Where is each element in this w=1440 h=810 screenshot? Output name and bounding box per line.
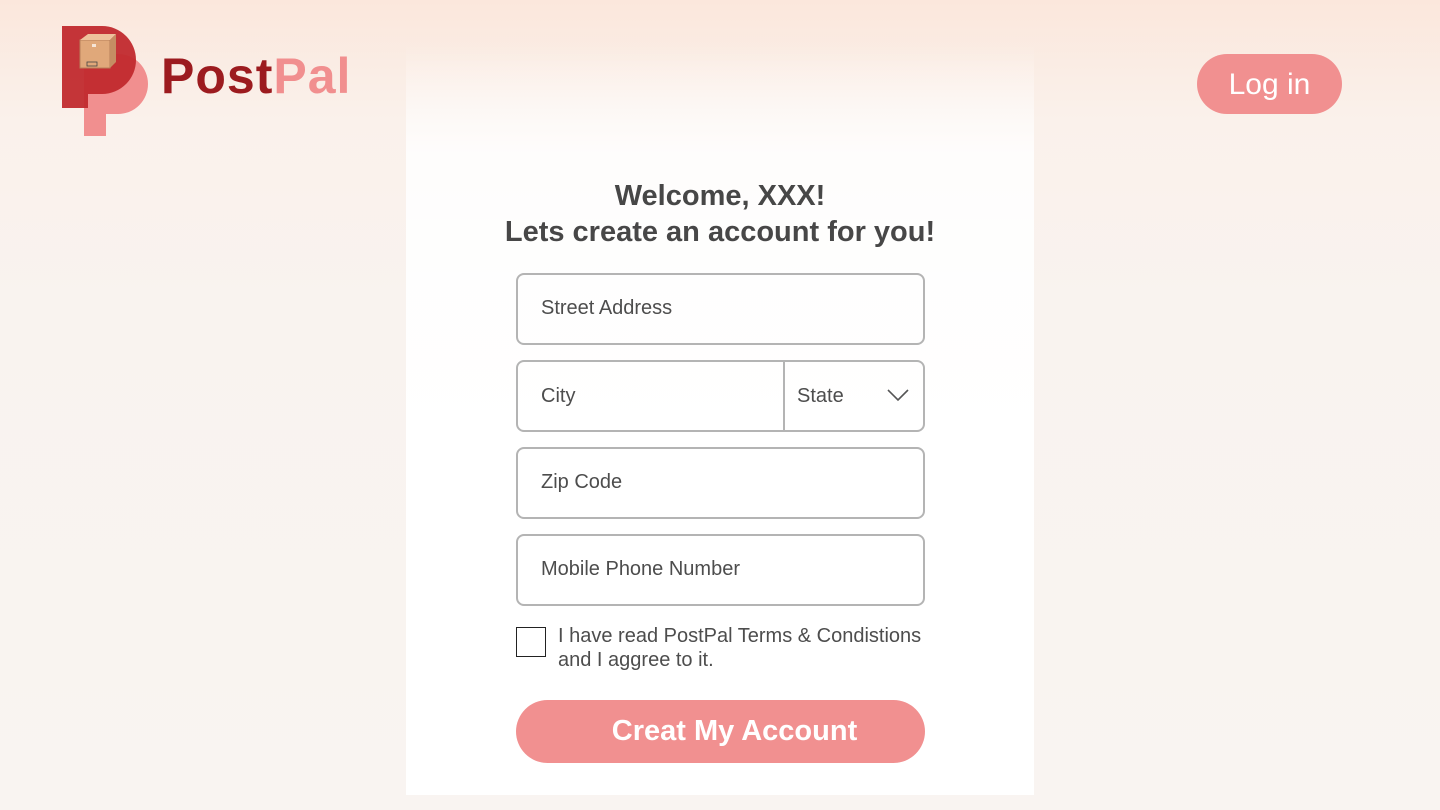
street-address-input[interactable]: Street Address bbox=[516, 273, 925, 345]
chevron-down-icon bbox=[887, 389, 909, 402]
phone-input[interactable]: Mobile Phone Number bbox=[516, 534, 925, 606]
brand-name: PostPal bbox=[161, 48, 352, 104]
zip-code-input[interactable]: Zip Code bbox=[516, 447, 925, 519]
create-account-button[interactable]: Creat My Account bbox=[516, 700, 925, 763]
terms-label: I have read PostPal Terms & Condistions … bbox=[558, 625, 922, 671]
terms-checkbox[interactable] bbox=[516, 627, 546, 657]
city-state-group: City State bbox=[516, 360, 925, 432]
greeting-line: Welcome, XXX! bbox=[614, 180, 826, 212]
state-select[interactable]: State bbox=[785, 362, 923, 430]
city-input[interactable]: City bbox=[518, 362, 785, 430]
brand-logo[interactable]: PostPal bbox=[62, 24, 350, 138]
subtitle-line: Lets create an account for you! bbox=[504, 216, 936, 248]
postpal-logo-icon bbox=[62, 26, 148, 136]
page-title: Welcome, XXX! Lets create an account for… bbox=[406, 178, 1034, 250]
login-button[interactable]: Log in bbox=[1197, 54, 1342, 114]
